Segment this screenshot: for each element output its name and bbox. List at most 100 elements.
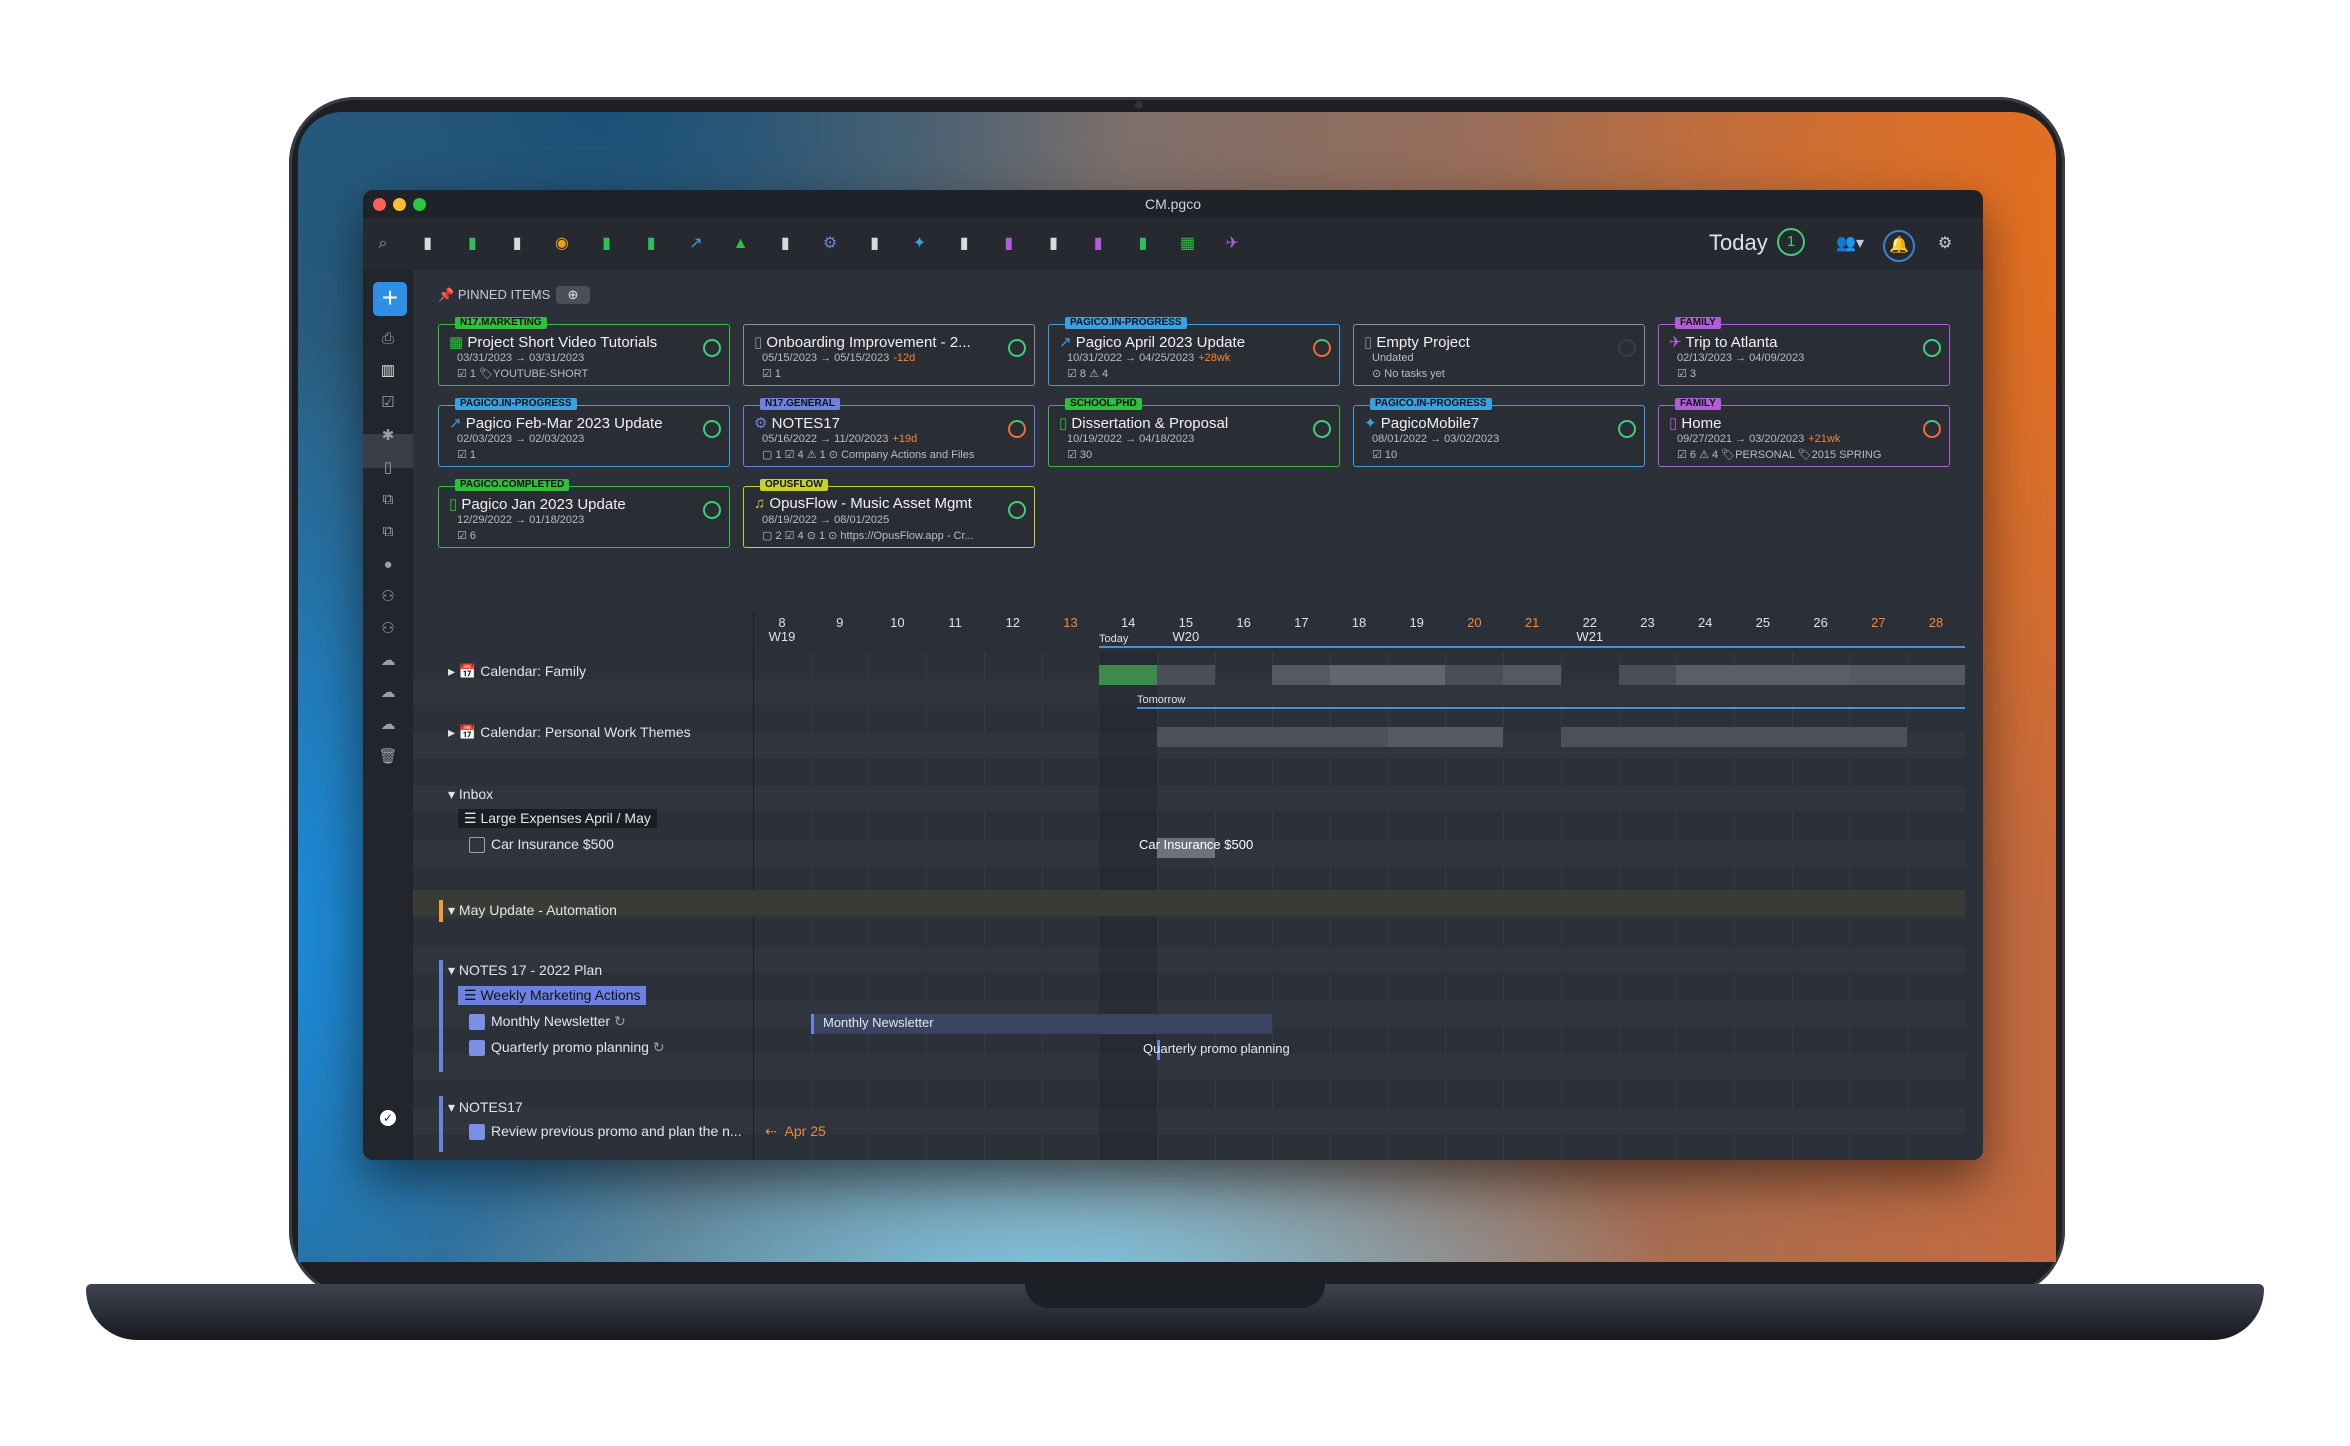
day-column-header[interactable]: 10 [878,616,916,630]
day-column-header[interactable]: 25 [1744,616,1782,630]
cloud-icon[interactable]: ☁ [377,682,399,704]
gear-icon[interactable]: ⚙ [1935,234,1955,254]
calendar-event-bar[interactable] [1387,727,1504,747]
add-item-button[interactable]: + [373,282,407,316]
document-icon[interactable]: ▮ [775,234,795,254]
review-promo-label[interactable]: Review previous promo and plan the n... [491,1123,742,1139]
inbox-row[interactable]: ▾ Inbox [448,786,493,803]
day-column-header[interactable]: 24 [1686,616,1724,630]
document-icon[interactable]: ▮ [507,234,527,254]
document-icon[interactable]: ▮ [418,234,438,254]
notes17-row[interactable]: ▾ NOTES17 [448,1099,523,1116]
pinned-card[interactable]: PAGICO.IN-PROGRESS ↗ Pagico Feb-Mar 2023 … [438,398,730,467]
calendar-event-bar[interactable] [1618,665,1677,685]
review-promo-checkbox[interactable] [469,1124,485,1140]
search-icon[interactable]: ⌕ [373,234,393,254]
calendar-event-bar[interactable] [1156,727,1388,747]
large-expenses-list[interactable]: ☰ Large Expenses April / May [458,809,657,828]
day-column-header[interactable]: 17 [1282,616,1320,630]
pinned-card[interactable]: N17.MARKETING ▦ Project Short Video Tutor… [438,317,730,386]
calendar-event-bar[interactable] [1272,665,1330,685]
calendar-event-bar[interactable] [1849,665,1965,685]
copy-icon[interactable]: ⧉ [377,521,399,543]
document-icon[interactable]: ▮ [999,234,1019,254]
cloud-icon[interactable]: ☁ [377,650,399,672]
pinned-card[interactable]: FAMILY ▯ Home 09/27/2021 → 03/20/2023 +21wk… [1658,398,1950,467]
users-icon[interactable]: 👥▾ [1830,234,1870,254]
today-count-badge[interactable]: 1 [1777,228,1805,256]
day-column-header[interactable]: 15 W20 [1167,616,1205,644]
calendar-event-bar[interactable] [1560,727,1907,747]
eye-icon[interactable]: ◉ [552,234,572,254]
bell-icon[interactable]: 🔔 [1883,230,1915,262]
day-column-header[interactable]: 8 W19 [763,616,801,644]
pinned-card[interactable]: SCHOOL.PHD ▯ Dissertation & Proposal 10/19… [1048,398,1340,467]
day-column-header[interactable]: 11 [936,616,974,630]
day-column-header[interactable]: 21 [1513,616,1551,630]
document-icon[interactable]: ▮ [597,234,617,254]
document-icon[interactable]: ▮ [641,234,661,254]
plane-icon[interactable]: ✈ [1222,234,1242,254]
warning-icon[interactable]: ▲ [731,234,751,254]
day-column-header[interactable]: 28 [1917,616,1955,630]
day-column-header[interactable]: 23 [1629,616,1667,630]
day-column-header[interactable]: 26 [1802,616,1840,630]
weekly-marketing-list[interactable]: ☰ Weekly Marketing Actions [458,986,647,1005]
calendar-event-bar[interactable] [1676,665,1850,685]
day-column-header[interactable]: 22 W21 [1571,616,1609,644]
calendar-event-bar[interactable] [1503,665,1561,685]
day-column-header[interactable]: 14 [1109,616,1147,630]
calendar-work-row[interactable]: ▸ 📅 Calendar: Personal Work Themes [448,724,691,741]
monthly-newsletter-checkbox[interactable] [469,1014,485,1030]
pinned-card[interactable]: OPUSFLOW ♫ OpusFlow - Music Asset Mgmt 08/… [743,479,1035,548]
star-icon[interactable]: ✱ [377,425,399,447]
day-column-header[interactable]: 13 [1052,616,1090,630]
pinned-card[interactable]: ▯ Onboarding Improvement - 2... 05/15/202… [743,324,1035,386]
dashboard-icon[interactable]: ▥ [377,360,399,382]
film-icon[interactable]: ▦ [1178,234,1198,254]
calendar-event-bar[interactable] [1156,665,1215,685]
car-insurance-label[interactable]: Car Insurance $500 [491,836,614,852]
calendar-family-row[interactable]: ▸ 📅 Calendar: Family [448,663,586,680]
pinned-card[interactable]: PAGICO.IN-PROGRESS ↗ Pagico April 2023 Up… [1048,317,1340,386]
pinned-card[interactable]: PAGICO.COMPLETED ▯ Pagico Jan 2023 Update… [438,479,730,548]
day-column-header[interactable]: 19 [1398,616,1436,630]
trash-icon[interactable]: 🗑 [377,746,399,768]
day-column-header[interactable]: 27 [1859,616,1897,630]
today-button[interactable]: Today [1709,230,1768,256]
checklist-icon[interactable]: ☑ [377,392,399,414]
people-icon[interactable]: ⚇ [377,586,399,608]
quarterly-promo-row[interactable]: Quarterly promo planning ↻ [491,1039,665,1056]
overdue-indicator[interactable]: ⇠ Apr 25 [765,1123,826,1140]
may-update-row[interactable]: ▾ May Update - Automation [448,902,617,919]
calendar-event-bar[interactable] [1330,665,1446,685]
inbox-icon[interactable]: ⎙ [377,328,399,350]
car-insurance-checkbox[interactable] [469,837,485,853]
document-icon[interactable]: ▯ [377,457,399,479]
person-icon[interactable]: ● [377,554,399,576]
day-column-header[interactable]: 16 [1225,616,1263,630]
monthly-newsletter-row[interactable]: Monthly Newsletter ↻ [491,1013,626,1030]
document-icon[interactable]: ▮ [1044,234,1064,254]
calendar-event-bar[interactable] [1099,665,1157,685]
pinned-card[interactable]: ▯ Empty Project Undated ⊙ No tasks yet [1353,324,1645,386]
day-column-header[interactable]: 20 [1455,616,1493,630]
document-icon[interactable]: ▮ [954,234,974,254]
people-icon[interactable]: ⚇ [377,618,399,640]
document-icon[interactable]: ▮ [1088,234,1108,254]
pinned-card[interactable]: FAMILY ✈ Trip to Atlanta 02/13/2023 → 04/0… [1658,317,1950,386]
pinned-card[interactable]: N17.GENERAL ⚙ NOTES17 05/16/2022 → 11/20/2… [743,398,1035,467]
day-column-header[interactable]: 18 [1340,616,1378,630]
document-icon[interactable]: ▮ [1133,234,1153,254]
add-pinned-button[interactable]: ⊕ [556,286,590,304]
network-icon[interactable]: ⚙ [820,234,840,254]
day-column-header[interactable]: 12 [994,616,1032,630]
document-icon[interactable]: ▮ [865,234,885,254]
notes-plan-row[interactable]: ▾ NOTES 17 - 2022 Plan [448,962,602,979]
checkmark-icon[interactable]: ✓ [380,1110,396,1126]
cloud-icon[interactable]: ☁ [377,714,399,736]
pinned-card[interactable]: PAGICO.IN-PROGRESS ✦ PagicoMobile7 08/01/2… [1353,398,1645,467]
bulb-icon[interactable]: ✦ [909,234,929,254]
day-column-header[interactable]: 9 [821,616,859,630]
document-icon[interactable]: ▮ [462,234,482,254]
